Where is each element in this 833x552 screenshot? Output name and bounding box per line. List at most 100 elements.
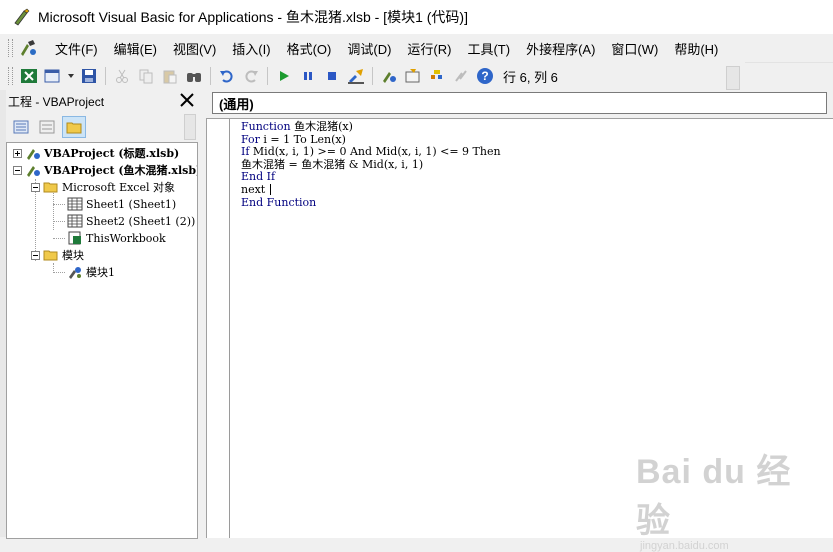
watermark-brand: Bai du 经验 bbox=[636, 453, 792, 540]
code-margin-indicator-bar[interactable] bbox=[207, 119, 230, 538]
worksheet-icon bbox=[67, 197, 83, 211]
menu-view[interactable]: 视图(V) bbox=[165, 37, 224, 60]
menu-run[interactable]: 运行(R) bbox=[399, 37, 459, 60]
insert-dropdown-arrow[interactable] bbox=[67, 66, 75, 86]
menubar-grip[interactable] bbox=[8, 39, 13, 57]
redo-icon bbox=[245, 70, 258, 83]
window-title: Microsoft Visual Basic for Applications … bbox=[38, 9, 468, 25]
userform-icon bbox=[44, 69, 60, 83]
view-code-button[interactable] bbox=[10, 117, 32, 137]
project-explorer-button[interactable] bbox=[379, 66, 399, 86]
workbook-icon bbox=[68, 231, 81, 245]
tree-node-module1[interactable]: 模块1 bbox=[67, 264, 115, 280]
view-code-icon bbox=[13, 120, 29, 134]
open-folder-icon bbox=[43, 182, 58, 193]
menu-addins[interactable]: 外接程序(A) bbox=[518, 37, 603, 60]
pane-splitter[interactable] bbox=[198, 90, 206, 537]
run-button[interactable] bbox=[274, 66, 294, 86]
toolbar-overflow-handle[interactable] bbox=[726, 66, 740, 90]
view-object-button[interactable] bbox=[36, 117, 58, 137]
toolbar-separator bbox=[210, 67, 211, 85]
undo-button[interactable] bbox=[217, 66, 237, 86]
project-pane-header: 工程 - VBAProject bbox=[6, 90, 198, 112]
collapse-icon[interactable] bbox=[13, 165, 22, 175]
play-icon bbox=[280, 71, 289, 81]
vbaproject-icon bbox=[27, 166, 40, 177]
title-bar: Microsoft Visual Basic for Applications … bbox=[0, 0, 833, 34]
text-caret bbox=[269, 184, 271, 196]
tree-node-label: VBAProject (标题.xlsb) bbox=[44, 147, 180, 160]
code-line: End If bbox=[241, 170, 276, 184]
tree-node-label: ThisWorkbook bbox=[86, 231, 166, 245]
object-browser-icon bbox=[431, 70, 442, 79]
break-button[interactable] bbox=[298, 66, 318, 86]
watermark-url: jingyan.baidu.com bbox=[640, 540, 729, 552]
scissors-icon bbox=[116, 69, 128, 83]
project-tree[interactable]: VBAProject (标题.xlsb) VBAProject (鱼木混猪.xl… bbox=[6, 142, 198, 539]
code-line: End Function bbox=[241, 195, 317, 209]
worksheet-icon bbox=[67, 214, 83, 228]
code-line: 鱼木混猪 = 鱼木混猪 & Mid(x, i, 1) bbox=[241, 157, 424, 171]
pause-icon bbox=[304, 72, 312, 80]
object-browser-button[interactable] bbox=[427, 66, 447, 86]
vba-app-icon bbox=[14, 8, 30, 26]
menu-file[interactable]: 文件(F) bbox=[47, 37, 106, 60]
view-excel-button[interactable] bbox=[19, 66, 39, 86]
project-toolbar-overflow[interactable] bbox=[184, 114, 196, 140]
copy-icon bbox=[139, 69, 153, 84]
cut-button[interactable] bbox=[112, 66, 132, 86]
binoculars-icon bbox=[187, 73, 201, 82]
tree-node-modules-folder[interactable]: 模块 bbox=[31, 247, 84, 263]
menu-bar: 文件(F) 编辑(E) 视图(V) 插入(I) 格式(O) 调试(D) 运行(R… bbox=[0, 34, 833, 63]
toggle-folders-button[interactable] bbox=[62, 116, 86, 138]
save-button[interactable] bbox=[79, 66, 99, 86]
toolbox-button[interactable] bbox=[451, 66, 471, 86]
tree-guide bbox=[53, 238, 65, 239]
copy-button[interactable] bbox=[136, 66, 156, 86]
help-button[interactable]: ? bbox=[475, 66, 495, 86]
collapse-icon[interactable] bbox=[31, 250, 40, 260]
toolbar-separator bbox=[372, 67, 373, 85]
properties-icon bbox=[405, 69, 420, 83]
project-explorer-icon bbox=[383, 72, 396, 83]
expand-icon[interactable] bbox=[13, 148, 22, 158]
menu-help[interactable]: 帮助(H) bbox=[666, 37, 726, 60]
find-button[interactable] bbox=[184, 66, 204, 86]
menu-format[interactable]: 格式(O) bbox=[279, 37, 340, 60]
open-folder-icon bbox=[43, 250, 58, 261]
save-icon bbox=[82, 69, 96, 83]
menu-window[interactable]: 窗口(W) bbox=[603, 37, 666, 60]
standard-toolbar: ? 行 6, 列 6 bbox=[0, 62, 745, 90]
tree-node-label: 模块 bbox=[62, 249, 84, 262]
module-icon bbox=[69, 267, 81, 279]
menu-debug[interactable]: 调试(D) bbox=[339, 37, 399, 60]
cursor-position-status: 行 6, 列 6 bbox=[503, 69, 558, 85]
menu-tools[interactable]: 工具(T) bbox=[459, 37, 518, 60]
menu-insert[interactable]: 插入(I) bbox=[224, 37, 278, 60]
menu-edit[interactable]: 编辑(E) bbox=[106, 37, 165, 60]
redo-button[interactable] bbox=[241, 66, 261, 86]
tree-node-thisworkbook[interactable]: ThisWorkbook bbox=[67, 230, 166, 246]
tree-node-vbaproject-biaoti[interactable]: VBAProject (标题.xlsb) bbox=[13, 145, 179, 161]
reset-button[interactable] bbox=[322, 66, 342, 86]
tree-node-excel-objects[interactable]: Microsoft Excel 对象 bbox=[31, 179, 175, 195]
vba-menu-icon[interactable] bbox=[17, 38, 39, 58]
close-icon[interactable] bbox=[178, 91, 196, 109]
project-pane-toolbar bbox=[6, 114, 198, 140]
tree-node-vbaproject-yumuhunzhu[interactable]: VBAProject (鱼木混猪.xlsb) bbox=[13, 162, 197, 178]
collapse-icon[interactable] bbox=[31, 182, 40, 192]
object-combobox[interactable]: (通用) bbox=[212, 92, 827, 114]
tree-node-label: Microsoft Excel 对象 bbox=[62, 181, 175, 194]
tree-node-label: Sheet2 (Sheet1 (2)) bbox=[86, 214, 196, 228]
tree-node-sheet1[interactable]: Sheet1 (Sheet1) bbox=[67, 196, 176, 212]
stop-icon bbox=[328, 72, 336, 80]
code-lines: Function 鱼木混猪(x) For i = 1 To Len(x) If … bbox=[241, 120, 501, 209]
insert-userform-button[interactable] bbox=[43, 66, 63, 86]
properties-window-button[interactable] bbox=[403, 66, 423, 86]
toolbar-grip[interactable] bbox=[8, 67, 13, 85]
help-icon: ? bbox=[477, 68, 493, 84]
tree-node-sheet2[interactable]: Sheet2 (Sheet1 (2)) bbox=[67, 213, 195, 229]
undo-icon bbox=[220, 70, 233, 83]
paste-button[interactable] bbox=[160, 66, 180, 86]
design-mode-button[interactable] bbox=[346, 66, 366, 86]
